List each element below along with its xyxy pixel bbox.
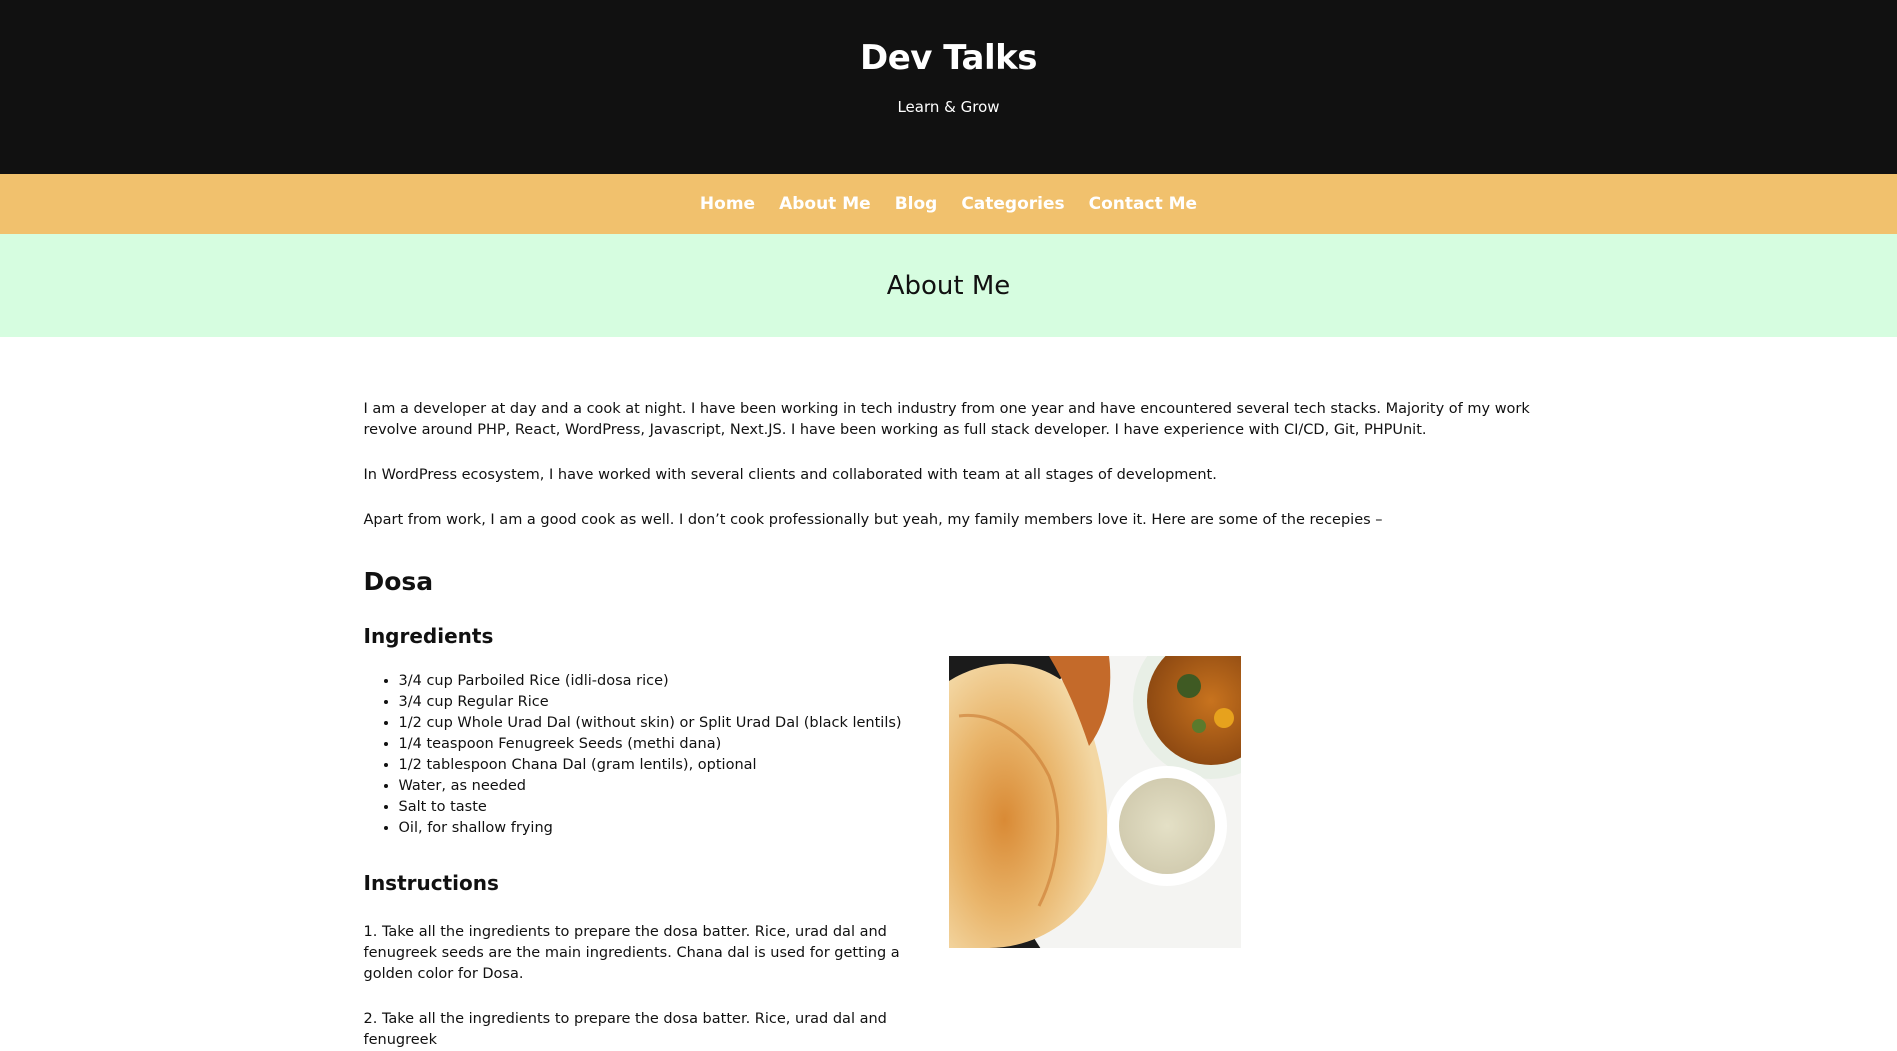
main-content: I am a developer at day and a cook at ni…	[364, 337, 1534, 1051]
nav-about-me[interactable]: About Me	[779, 194, 871, 214]
wordpress-paragraph: In WordPress ecosystem, I have worked wi…	[363, 467, 1217, 483]
ingredient-item: 1/4 teaspoon Fenugreek Seeds (methi dana…	[399, 734, 954, 755]
recipe-title: Dosa	[363, 567, 434, 596]
nav-contact-me[interactable]: Contact Me	[1089, 194, 1197, 214]
cooking-paragraph: Apart from work, I am a good cook as wel…	[363, 512, 1383, 528]
ingredient-item: Salt to taste	[399, 797, 954, 818]
instruction-step: 1. Take all the ingredients to prepare t…	[363, 924, 900, 982]
recipe-column: Dosa Ingredients 3/4 cup Parboiled Rice …	[363, 567, 954, 1051]
ingredients-list: 3/4 cup Parboiled Rice (idli-dosa rice) …	[364, 671, 954, 839]
instructions-heading: Instructions	[363, 871, 499, 895]
main-navigation: Home About Me Blog Categories Contact Me	[0, 174, 1897, 234]
nav-blog[interactable]: Blog	[895, 194, 938, 214]
site-tagline: Learn & Grow	[897, 98, 1000, 116]
ingredient-item: 3/4 cup Regular Rice	[399, 692, 954, 713]
ingredient-item: 1/2 tablespoon Chana Dal (gram lentils),…	[399, 755, 954, 776]
ingredient-item: Oil, for shallow frying	[399, 818, 954, 839]
site-header: Dev Talks Learn & Grow	[0, 0, 1897, 174]
ingredient-item: Water, as needed	[399, 776, 954, 797]
ingredients-heading: Ingredients	[363, 624, 494, 648]
dosa-image	[948, 656, 1241, 948]
site-title[interactable]: Dev Talks	[860, 38, 1038, 78]
nav-categories[interactable]: Categories	[961, 194, 1064, 214]
instruction-step: 2. Take all the ingredients to prepare t…	[363, 1011, 887, 1048]
ingredient-item: 1/2 cup Whole Urad Dal (without skin) or…	[399, 713, 954, 734]
nav-home[interactable]: Home	[700, 194, 755, 214]
ingredient-item: 3/4 cup Parboiled Rice (idli-dosa rice)	[399, 671, 954, 692]
page-hero: About Me	[0, 234, 1897, 337]
intro-paragraph: I am a developer at day and a cook at ni…	[363, 401, 1530, 438]
page-title: About Me	[886, 270, 1011, 301]
